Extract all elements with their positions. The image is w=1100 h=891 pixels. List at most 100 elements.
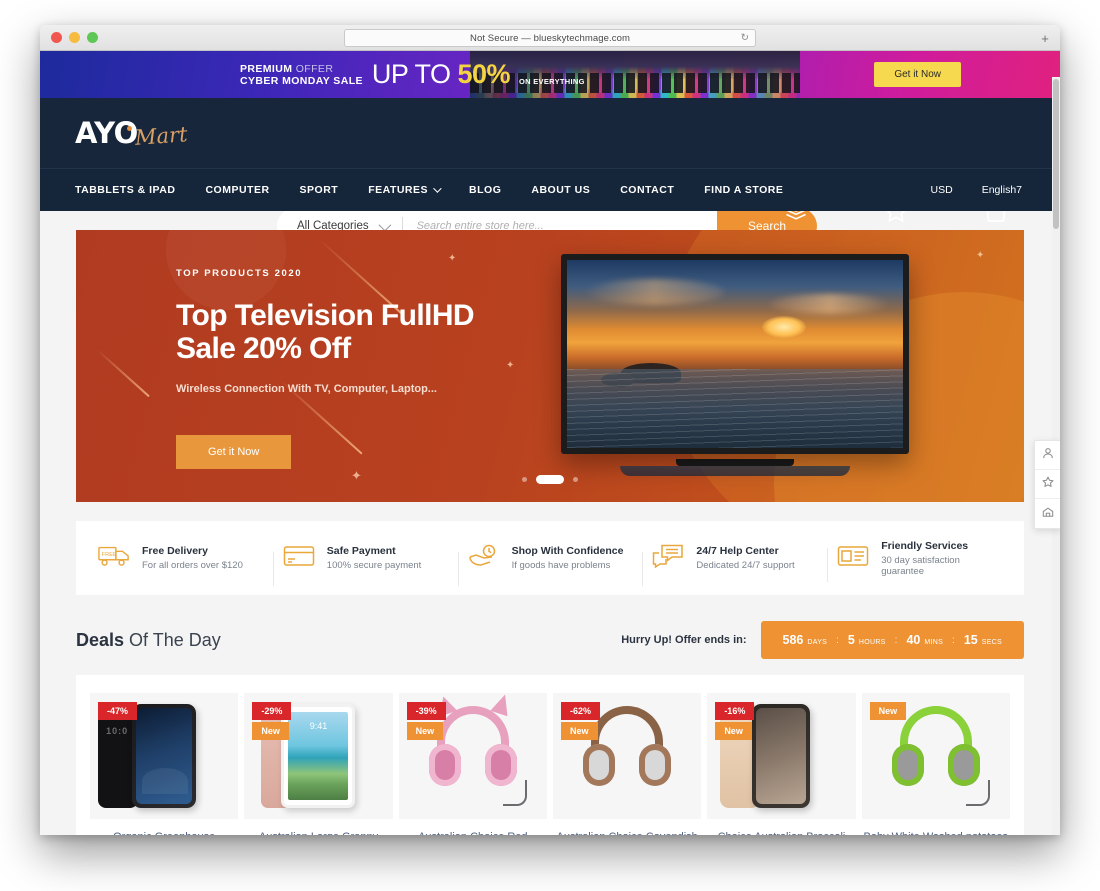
- tv-sun: [761, 316, 806, 339]
- product-name[interactable]: Australian Choice Red: [399, 831, 547, 835]
- service-sub: If goods have problems: [511, 560, 611, 571]
- account-button[interactable]: [1035, 441, 1060, 470]
- cart-bag-icon: [1042, 505, 1054, 523]
- product-thumbnail: New: [861, 693, 1010, 819]
- headphone-cable: [502, 780, 527, 806]
- address-bar[interactable]: Not Secure — blueskytechmage.com ↻: [344, 29, 756, 47]
- discount-badge: -39%: [406, 702, 446, 720]
- nav-label: FIND A STORE: [704, 184, 784, 196]
- currency-selector[interactable]: USD: [931, 184, 958, 196]
- close-window-button[interactable]: [51, 32, 62, 43]
- nav-item-computer[interactable]: COMPUTER: [205, 184, 269, 196]
- site-logo[interactable]: AYO Mart: [75, 116, 189, 150]
- product-name[interactable]: Baby White Washed potatoes: [862, 831, 1010, 835]
- countdown-days-value: 586: [782, 633, 804, 647]
- discount-badge: -16%: [715, 702, 755, 720]
- service-help-center: 24/7 Help Center Dedicated 24/7 support: [642, 544, 827, 586]
- language-selector[interactable]: English7: [982, 184, 1027, 196]
- product-card[interactable]: New Baby White Washed potatoes: [861, 693, 1010, 835]
- new-tab-button[interactable]: +: [1038, 32, 1052, 47]
- product-thumbnail: -16% New: [707, 693, 856, 819]
- service-friendly: Friendly Services 30 day satisfaction gu…: [827, 540, 1012, 582]
- nav-item-features[interactable]: FEATURES: [368, 184, 442, 196]
- deals-section-title: Deals Of The Day: [76, 630, 221, 651]
- logo-mart-text: Mart: [134, 122, 189, 150]
- service-safe-payment: Safe Payment 100% secure payment: [272, 544, 458, 586]
- hero-cta-button[interactable]: Get it Now: [176, 435, 292, 469]
- countdown-separator: :: [894, 634, 898, 646]
- countdown-separator: :: [836, 634, 839, 646]
- hero-sparkle: ✦: [351, 468, 362, 483]
- promo-premium-text: PREMIUM: [240, 62, 293, 75]
- page-viewport: PREMIUM OFFER CYBER MONDAY SALE UP TO 50…: [40, 51, 1060, 835]
- product-card[interactable]: -39% New Australian Choice Red: [398, 691, 547, 835]
- countdown-separator: :: [952, 634, 955, 646]
- nav-label: ABOUT US: [531, 184, 591, 196]
- phone-clock: 10:0: [106, 726, 129, 736]
- slider-dot-1[interactable]: [522, 477, 527, 482]
- ipad-front: 9:41: [281, 704, 356, 808]
- minimize-window-button[interactable]: [69, 32, 80, 43]
- promo-offer-text: OFFER: [295, 62, 334, 75]
- countdown-days-label: DAYS: [807, 639, 828, 646]
- promo-cta-button[interactable]: Get it Now: [874, 62, 961, 87]
- top-promo-banner[interactable]: PREMIUM OFFER CYBER MONDAY SALE UP TO 50…: [40, 51, 1060, 98]
- new-badge: New: [715, 722, 752, 740]
- browser-titlebar: Not Secure — blueskytechmage.com ↻ +: [40, 25, 1060, 51]
- floating-action-rail: [1034, 440, 1060, 529]
- tv-screen: [567, 260, 903, 448]
- countdown-mins-label: MINS: [924, 639, 944, 646]
- new-badge: New: [252, 722, 289, 740]
- service-sub: For all orders over $120: [142, 560, 243, 571]
- new-badge: New: [560, 722, 598, 740]
- product-name[interactable]: Choice Australian Broccoli: [707, 831, 855, 835]
- nav-item-blog[interactable]: BLOG: [469, 184, 501, 196]
- countdown-days: 586 DAYS: [783, 633, 828, 647]
- slider-dot-2-active[interactable]: [536, 475, 564, 484]
- maximize-window-button[interactable]: [87, 32, 98, 43]
- reload-icon[interactable]: ↻: [741, 33, 749, 44]
- chevron-down-icon: [433, 184, 442, 193]
- service-title: 24/7 Help Center: [696, 545, 779, 557]
- product-card[interactable]: -62% New Australian Choice Cavendish: [552, 693, 702, 835]
- promo-subtext: ON EVERYTHING: [519, 77, 585, 86]
- product-card[interactable]: -29% New 9:41 Australian Large Granny: [244, 693, 393, 835]
- promo-headline: UP TO 50%: [372, 59, 511, 90]
- currency-label: USD: [930, 184, 953, 196]
- product-card[interactable]: -47% 10:0 Organic Greenhouse: [90, 693, 239, 835]
- product-thumbnail: -47% 10:0: [90, 693, 239, 819]
- discount-badge: -62%: [560, 702, 600, 720]
- headphone-earcup-left: [891, 744, 924, 786]
- countdown-hours-label: HOURS: [858, 639, 886, 646]
- tv-cloud: [769, 293, 890, 314]
- ipad-clock: 9:41: [309, 721, 328, 731]
- nav-item-contact[interactable]: CONTACT: [620, 184, 674, 196]
- deals-header: Deals Of The Day Hurry Up! Offer ends in…: [76, 621, 1024, 659]
- product-name[interactable]: Australian Choice Cavendish: [553, 831, 701, 835]
- nav-right-group: USD English7: [931, 184, 1027, 196]
- nav-item-find-a-store[interactable]: FIND A STORE: [704, 184, 783, 196]
- product-thumbnail: -62% New: [552, 693, 702, 819]
- nav-item-about-us[interactable]: ABOUT US: [531, 184, 590, 196]
- nav-items: TABBLETS & IPAD COMPUTER SPORT FEATURES …: [75, 184, 783, 196]
- product-card[interactable]: -16% New Choice Australian Broccoli: [707, 693, 856, 835]
- phone-screen: [756, 708, 807, 804]
- cart-button[interactable]: [1035, 499, 1060, 528]
- wishlist-button[interactable]: [1035, 470, 1060, 499]
- countdown-hours-value: 5: [847, 633, 855, 647]
- product-image-ipad: 9:41: [261, 704, 356, 808]
- nav-item-sport[interactable]: SPORT: [300, 184, 339, 196]
- tv-cloud: [583, 278, 724, 305]
- scrollbar-thumb[interactable]: [1053, 79, 1059, 229]
- product-image-phone-black: 10:0: [98, 704, 197, 808]
- nav-label: TABBLETS & IPAD: [75, 184, 176, 196]
- headphone-earcup-left: [583, 744, 616, 786]
- free-delivery-truck-icon: FREE: [98, 544, 130, 573]
- product-name[interactable]: Australian Large Granny: [244, 831, 392, 835]
- language-label: English7: [981, 184, 1022, 196]
- site-header: AYO Mart All Categories Search entire st…: [40, 98, 1060, 244]
- tv-base: [620, 466, 850, 476]
- slider-dot-3[interactable]: [573, 477, 578, 482]
- nav-item-tabblets-ipad[interactable]: TABBLETS & IPAD: [75, 184, 175, 196]
- product-name[interactable]: Organic Greenhouse: [90, 831, 238, 835]
